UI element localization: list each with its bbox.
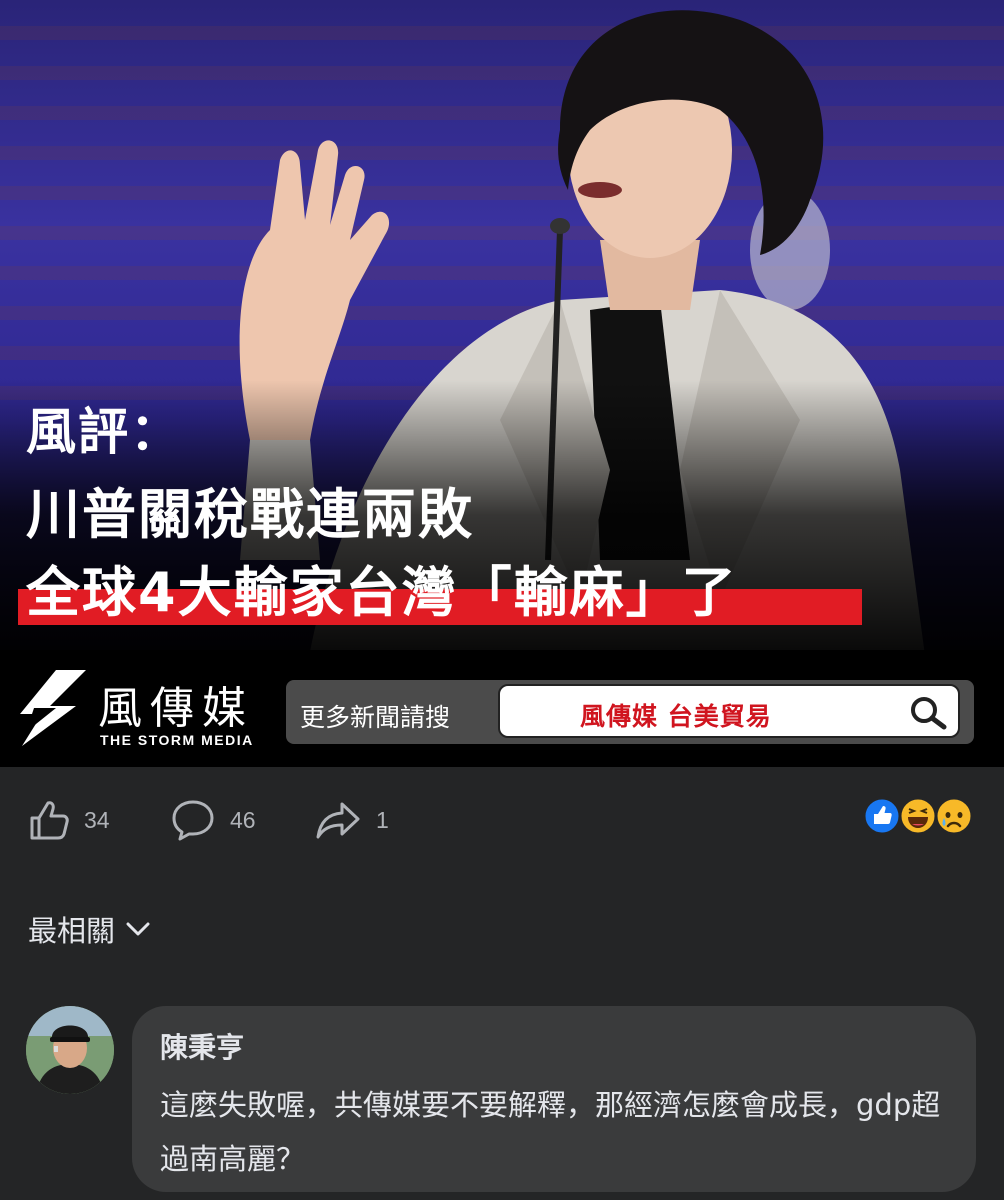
brand-name-english: THE STORM MEDIA	[100, 732, 254, 748]
comment-author[interactable]: 陳秉亨	[160, 1026, 244, 1066]
brand-name-chinese: 風傳媒	[98, 683, 254, 734]
comment-text: 這麼失敗喔，共傳媒要不要解釋，那經濟怎麼會成長，gdp超過南高麗？	[160, 1088, 941, 1176]
search-prompt-text: 更多新聞請搜	[300, 703, 451, 732]
search-query-text: 風傳媒 台美貿易	[580, 702, 772, 731]
share-button[interactable]: 1	[314, 790, 389, 850]
sort-label: 最相關	[28, 914, 116, 948]
share-arrow-icon	[316, 802, 360, 839]
avatar-photo	[26, 1006, 114, 1094]
comment-sort-dropdown[interactable]: 最相關	[28, 908, 151, 950]
avatar[interactable]	[26, 1006, 114, 1094]
comment-count: 46	[230, 806, 256, 833]
thumbs-up-icon	[30, 801, 69, 840]
haha-reaction-icon	[898, 796, 938, 836]
like-reaction-icon	[862, 796, 902, 836]
post-image[interactable]: 風評： 川普關稅戰連兩敗 全球4大輸家台灣「輸麻」了 風傳媒 THE STORM…	[0, 0, 1004, 767]
storm-media-logo-icon	[20, 670, 86, 746]
headline-line-1: 風評：	[26, 403, 182, 461]
reaction-summary[interactable]	[862, 796, 978, 840]
like-button[interactable]: 34	[26, 790, 110, 850]
sad-reaction-icon	[934, 796, 974, 836]
headline-line-3: 全球4大輸家台灣「輸麻」了	[26, 561, 738, 624]
chevron-down-icon	[126, 922, 150, 936]
like-count: 34	[84, 806, 110, 833]
headline-line-2: 川普關稅戰連兩敗	[26, 483, 474, 546]
search-icon	[911, 697, 947, 730]
share-count: 1	[376, 806, 389, 833]
comment-bubble-icon	[172, 800, 214, 841]
post-actions: 34 46 1	[0, 790, 1004, 850]
comment-button[interactable]: 46	[170, 790, 256, 850]
